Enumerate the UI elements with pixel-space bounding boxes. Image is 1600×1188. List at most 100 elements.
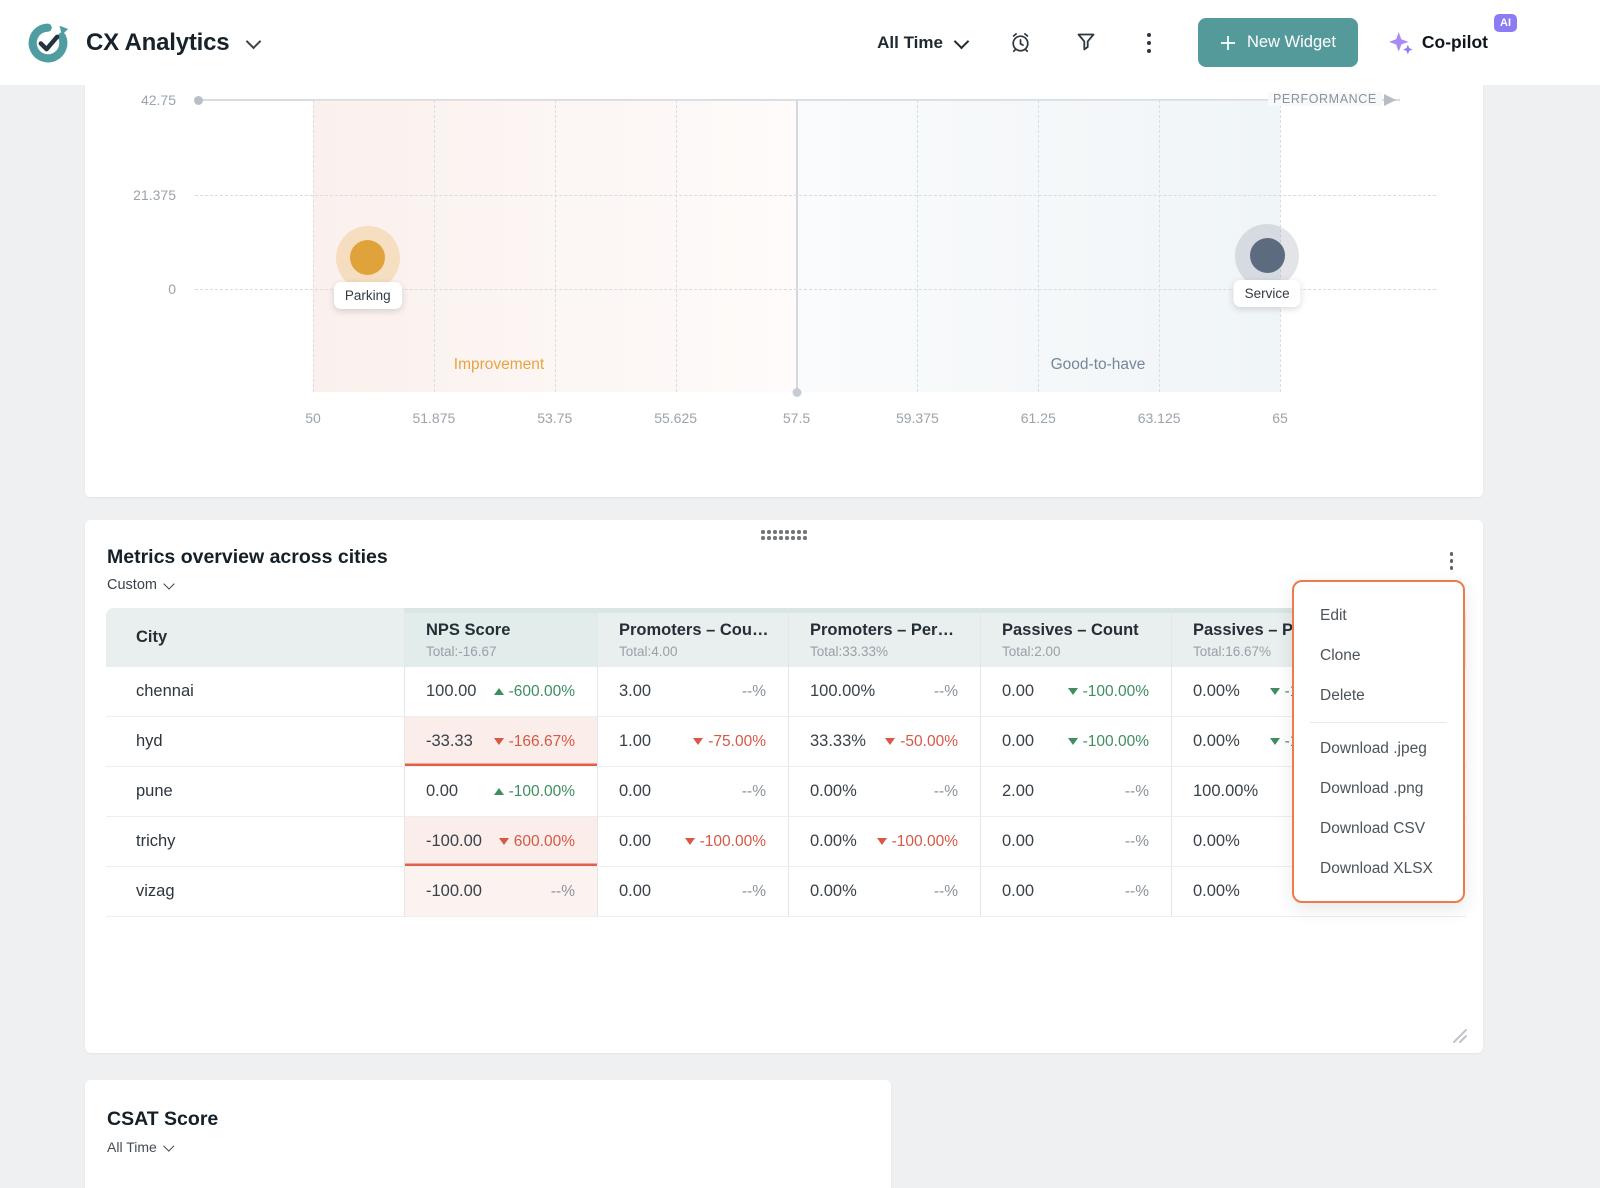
x-tick-label: 63.125 (1138, 410, 1181, 426)
column-header-promoters-cou[interactable]: Promoters – Cou…Total:4.00 (597, 608, 788, 667)
cell-value: 0.00 (1002, 682, 1034, 701)
widget-menu-kebab-icon[interactable] (1446, 548, 1458, 574)
y-axis: 42.7521.3750 (85, 85, 176, 497)
triangle-up-icon (494, 788, 504, 795)
cell-change: --% (1125, 883, 1149, 901)
table-row-pune[interactable]: pune0.00-100.00%0.00--%0.00%--%2.00--%10… (106, 766, 1466, 816)
cell-change: 600.00% (499, 833, 575, 851)
triangle-down-icon (1068, 738, 1078, 745)
drag-handle[interactable] (760, 529, 808, 541)
time-filter-label: All Time (877, 33, 943, 53)
filter-funnel-icon[interactable] (1076, 33, 1096, 52)
gridline-vertical (434, 100, 435, 392)
city-cell: pune (106, 767, 404, 816)
change-value: --% (934, 883, 958, 901)
table-row-chennai[interactable]: chennai100.00-600.00%3.00--%100.00%--%0.… (106, 667, 1466, 716)
table-row-hyd[interactable]: hyd-33.33-166.67%1.00-75.00%33.33%-50.00… (106, 716, 1466, 766)
chart-point-service[interactable] (1250, 238, 1285, 273)
menu-item-download-xlsx[interactable]: Download XLSX (1294, 849, 1463, 889)
new-widget-button[interactable]: New Widget (1198, 18, 1358, 67)
cell-change: -166.67% (494, 733, 575, 751)
x-tick-label: 51.875 (412, 410, 455, 426)
menu-item-download-png[interactable]: Download .png (1294, 769, 1463, 809)
x-tick-label: 61.25 (1021, 410, 1056, 426)
more-options-kebab-icon[interactable] (1144, 30, 1154, 56)
chevron-down-icon (954, 33, 970, 49)
cell-value: -100.00 (426, 832, 482, 851)
table-body: chennai100.00-600.00%3.00--%100.00%--%0.… (106, 667, 1466, 917)
change-value: -100.00% (892, 833, 958, 851)
x-tick-label: 53.75 (537, 410, 572, 426)
metric-cell: -100.00 600.00% (404, 817, 597, 866)
axis-arrow-icon (1384, 94, 1396, 106)
table-timeframe-label: Custom (107, 577, 157, 593)
column-header-city[interactable]: City (106, 608, 404, 667)
table-header-row: CityNPS ScoreTotal:-16.67Promoters – Cou… (106, 608, 1466, 667)
metric-cell: 100.00-600.00% (404, 667, 597, 716)
menu-item-download-csv[interactable]: Download CSV (1294, 809, 1463, 849)
cell-value: 0.00% (810, 882, 857, 901)
x-tick-label: 57.5 (783, 410, 810, 426)
x-tick-label: 50 (305, 410, 321, 426)
gridline-vertical (555, 100, 556, 392)
triangle-down-icon (1270, 738, 1280, 745)
column-header-promoters-per[interactable]: Promoters – Per…Total:33.33% (788, 608, 980, 667)
widget-title: Metrics overview across cities (107, 546, 388, 569)
metric-cell: 0.00--% (980, 817, 1171, 866)
cell-change: -100.00% (877, 833, 958, 851)
cell-value: 0.00% (1193, 732, 1240, 751)
cell-change: --% (551, 883, 575, 901)
resize-handle-icon[interactable] (1451, 1027, 1468, 1044)
app-logo-icon (25, 20, 71, 66)
menu-item-clone[interactable]: Clone (1294, 636, 1463, 676)
change-value: -100.00% (1083, 683, 1149, 701)
column-header-nps-score[interactable]: NPS ScoreTotal:-16.67 (404, 608, 597, 667)
metric-cell: -33.33-166.67% (404, 717, 597, 766)
csat-timeframe-dropdown[interactable]: All Time (107, 1139, 172, 1155)
cell-value: 0.00% (810, 782, 857, 801)
cell-value: 0.00 (426, 782, 458, 801)
table-timeframe-dropdown[interactable]: Custom (107, 577, 173, 593)
change-value: --% (1125, 833, 1149, 851)
cell-change: --% (1125, 783, 1149, 801)
chevron-down-icon (163, 1140, 174, 1151)
table-row-trichy[interactable]: trichy-100.00600.00%0.00-100.00%0.00%-10… (106, 816, 1466, 866)
metric-cell: 0.00%-100.00% (788, 817, 980, 866)
change-value: -100.00% (700, 833, 766, 851)
cell-value: 0.00 (619, 782, 651, 801)
menu-item-edit[interactable]: Edit (1294, 596, 1463, 636)
menu-item-download-jpeg[interactable]: Download .jpeg (1294, 729, 1463, 769)
gridline-horizontal (195, 195, 1436, 196)
app-header: CX Analytics All Time (0, 0, 1600, 85)
menu-item-delete[interactable]: Delete (1294, 676, 1463, 716)
copilot-button[interactable]: Co-pilot AI (1388, 31, 1488, 55)
change-value: --% (742, 783, 766, 801)
page-title: CX Analytics (86, 29, 229, 57)
triangle-down-icon (693, 738, 703, 745)
appbar-actions: All Time (877, 18, 1488, 67)
metric-cell: 0.00--% (597, 867, 788, 916)
column-header-label: Passives – Count (1002, 621, 1171, 640)
cell-value: 0.00 (619, 832, 651, 851)
change-value: -166.67% (509, 733, 575, 751)
metric-cell: 0.00 -100.00% (597, 817, 788, 866)
cell-value: 33.33% (810, 732, 866, 751)
metric-cell: -100.00--% (404, 867, 597, 916)
triangle-down-icon (877, 838, 887, 845)
point-label-service: Service (1234, 280, 1301, 307)
triangle-down-icon (1270, 688, 1280, 695)
schedule-alarm-icon[interactable] (1009, 31, 1032, 54)
time-filter-dropdown[interactable]: All Time (877, 33, 967, 53)
metric-cell: 0.00--% (980, 867, 1171, 916)
triangle-down-icon (499, 838, 509, 845)
column-header-passives-count[interactable]: Passives – CountTotal:2.00 (980, 608, 1171, 667)
workspace-chevron-down-icon[interactable] (248, 39, 259, 47)
ai-badge: AI (1494, 14, 1517, 32)
cell-change: -600.00% (494, 683, 575, 701)
change-value: --% (742, 883, 766, 901)
axis-dot (792, 388, 801, 397)
widget-context-menu: EditCloneDelete Download .jpegDownload .p… (1292, 580, 1465, 903)
table-row-vizag[interactable]: vizag-100.00--%0.00--%0.00%--%0.00--%0.0… (106, 866, 1466, 916)
change-value: --% (934, 683, 958, 701)
gridline-vertical (313, 100, 314, 392)
